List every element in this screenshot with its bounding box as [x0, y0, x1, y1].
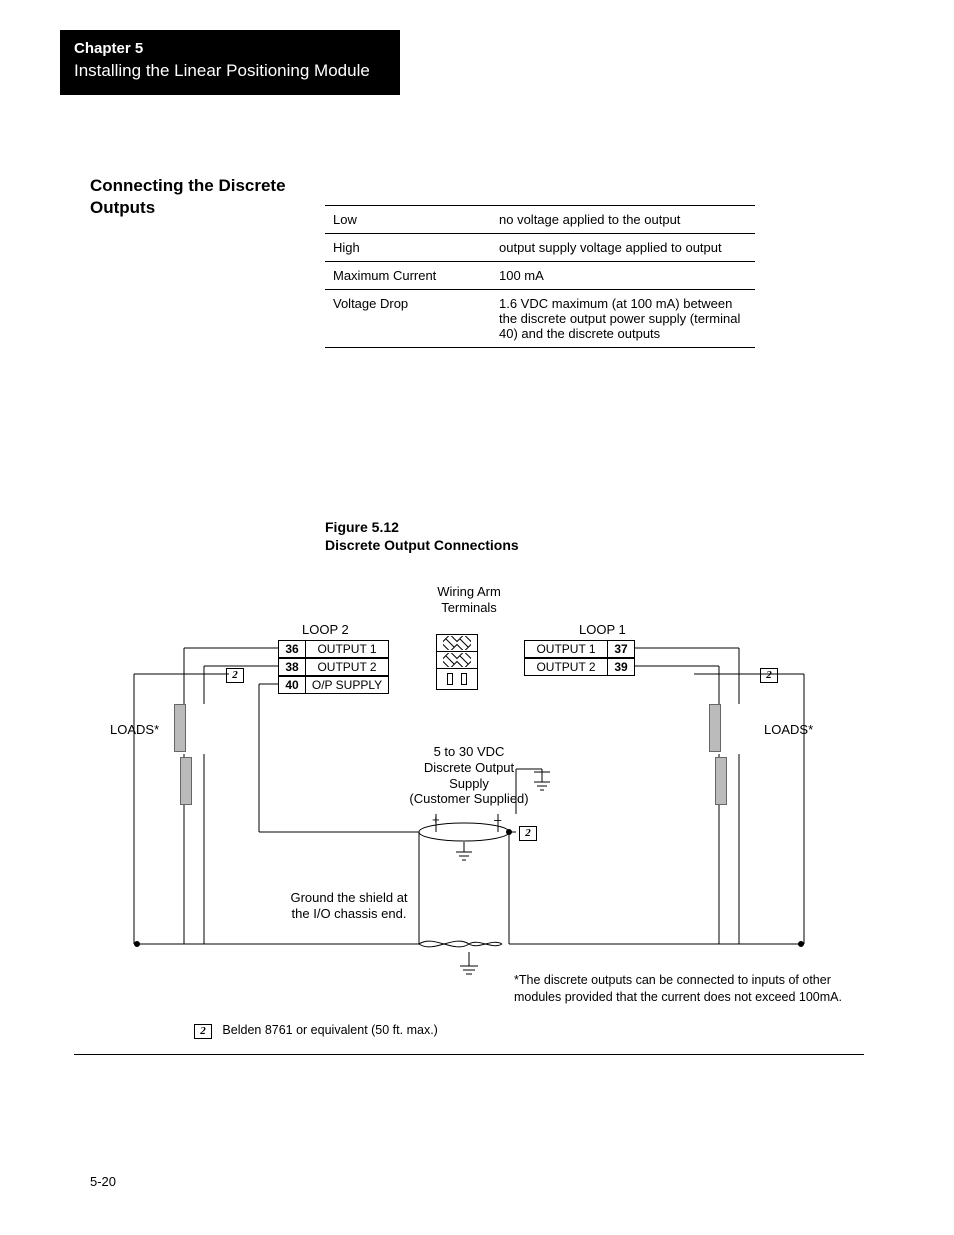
wiring-arm-label: Wiring Arm Terminals [419, 584, 519, 615]
page-number: 5-20 [90, 1174, 894, 1189]
spec-value: 1.6 VDC maximum (at 100 mA) between the … [491, 290, 755, 348]
spec-key: Voltage Drop [325, 290, 491, 348]
table-row: Voltage Drop 1.6 VDC maximum (at 100 mA)… [325, 290, 755, 348]
legend-text: Belden 8761 or equivalent (50 ft. max.) [222, 1023, 437, 1037]
load-icon [715, 757, 727, 805]
screw-icon [457, 636, 471, 650]
loads-label-right: LOADS* [764, 722, 813, 738]
supply-plus: + [432, 812, 440, 828]
terminal-block [436, 634, 478, 690]
pin-label: OUTPUT 2 [524, 658, 607, 676]
spec-key: Low [325, 206, 491, 234]
spec-value: output supply voltage applied to output [491, 234, 755, 262]
spec-key: High [325, 234, 491, 262]
chapter-header: Chapter 5 Installing the Linear Position… [60, 30, 400, 95]
figure-caption: Figure 5.12 Discrete Output Connections [325, 518, 894, 554]
connector-icon [447, 673, 453, 685]
pin-number: 37 [607, 640, 635, 658]
asterisk-note: *The discrete outputs can be connected t… [514, 972, 854, 1006]
loop2-label: LOOP 2 [302, 622, 349, 638]
load-right [709, 704, 743, 754]
load-left [174, 704, 208, 754]
cable-marker-supply: 2 [519, 824, 537, 841]
spec-value: no voltage applied to the output [491, 206, 755, 234]
pin-label: OUTPUT 1 [306, 640, 389, 658]
spec-value: 100 mA [491, 262, 755, 290]
table-row: High output supply voltage applied to ou… [325, 234, 755, 262]
pin-label: O/P SUPPLY [306, 676, 389, 694]
ground-note: Ground the shield at the I/O chassis end… [274, 890, 424, 921]
screw-icon [443, 653, 457, 667]
load-icon [709, 704, 721, 752]
load-icon [174, 704, 186, 752]
section-heading: Connecting the Discrete Outputs [90, 175, 310, 219]
loop1-label: LOOP 1 [579, 622, 626, 638]
loads-label-left: LOADS* [110, 722, 159, 738]
pin-row-40: 40 O/P SUPPLY [278, 676, 389, 694]
pin-label: OUTPUT 2 [306, 658, 389, 676]
cable-marker-legend: 2 [194, 1024, 212, 1039]
pin-row-39: OUTPUT 2 39 [524, 658, 635, 676]
connector-icon [461, 673, 467, 685]
load-icon [180, 757, 192, 805]
pin-row-37: OUTPUT 1 37 [524, 640, 635, 658]
legend: 2 Belden 8761 or equivalent (50 ft. max.… [194, 1022, 438, 1039]
table-row: Maximum Current 100 mA [325, 262, 755, 290]
pin-number: 40 [278, 676, 306, 694]
wiring-diagram: Wiring Arm Terminals LOOP 2 LOOP 1 36 OU… [74, 574, 864, 1074]
screw-icon [443, 636, 457, 650]
pin-row-36: 36 OUTPUT 1 [278, 640, 389, 658]
pin-number: 36 [278, 640, 306, 658]
figure-bottom-rule [74, 1054, 864, 1055]
screw-icon [457, 653, 471, 667]
supply-label: 5 to 30 VDC Discrete Output Supply (Cust… [394, 744, 544, 806]
table-row: Low no voltage applied to the output [325, 206, 755, 234]
pin-label: OUTPUT 1 [524, 640, 607, 658]
pin-row-38: 38 OUTPUT 2 [278, 658, 389, 676]
cable-marker-left: 2 [226, 666, 244, 683]
spec-table: Low no voltage applied to the output Hig… [325, 205, 755, 348]
figure-title: Discrete Output Connections [325, 537, 519, 553]
figure-number: Figure 5.12 [325, 519, 399, 535]
chapter-number: Chapter 5 [74, 40, 386, 57]
chapter-title: Installing the Linear Positioning Module [74, 61, 386, 81]
pin-number: 39 [607, 658, 635, 676]
cable-marker-right: 2 [760, 666, 778, 683]
supply-minus: – [494, 812, 501, 828]
spec-key: Maximum Current [325, 262, 491, 290]
pin-number: 38 [278, 658, 306, 676]
